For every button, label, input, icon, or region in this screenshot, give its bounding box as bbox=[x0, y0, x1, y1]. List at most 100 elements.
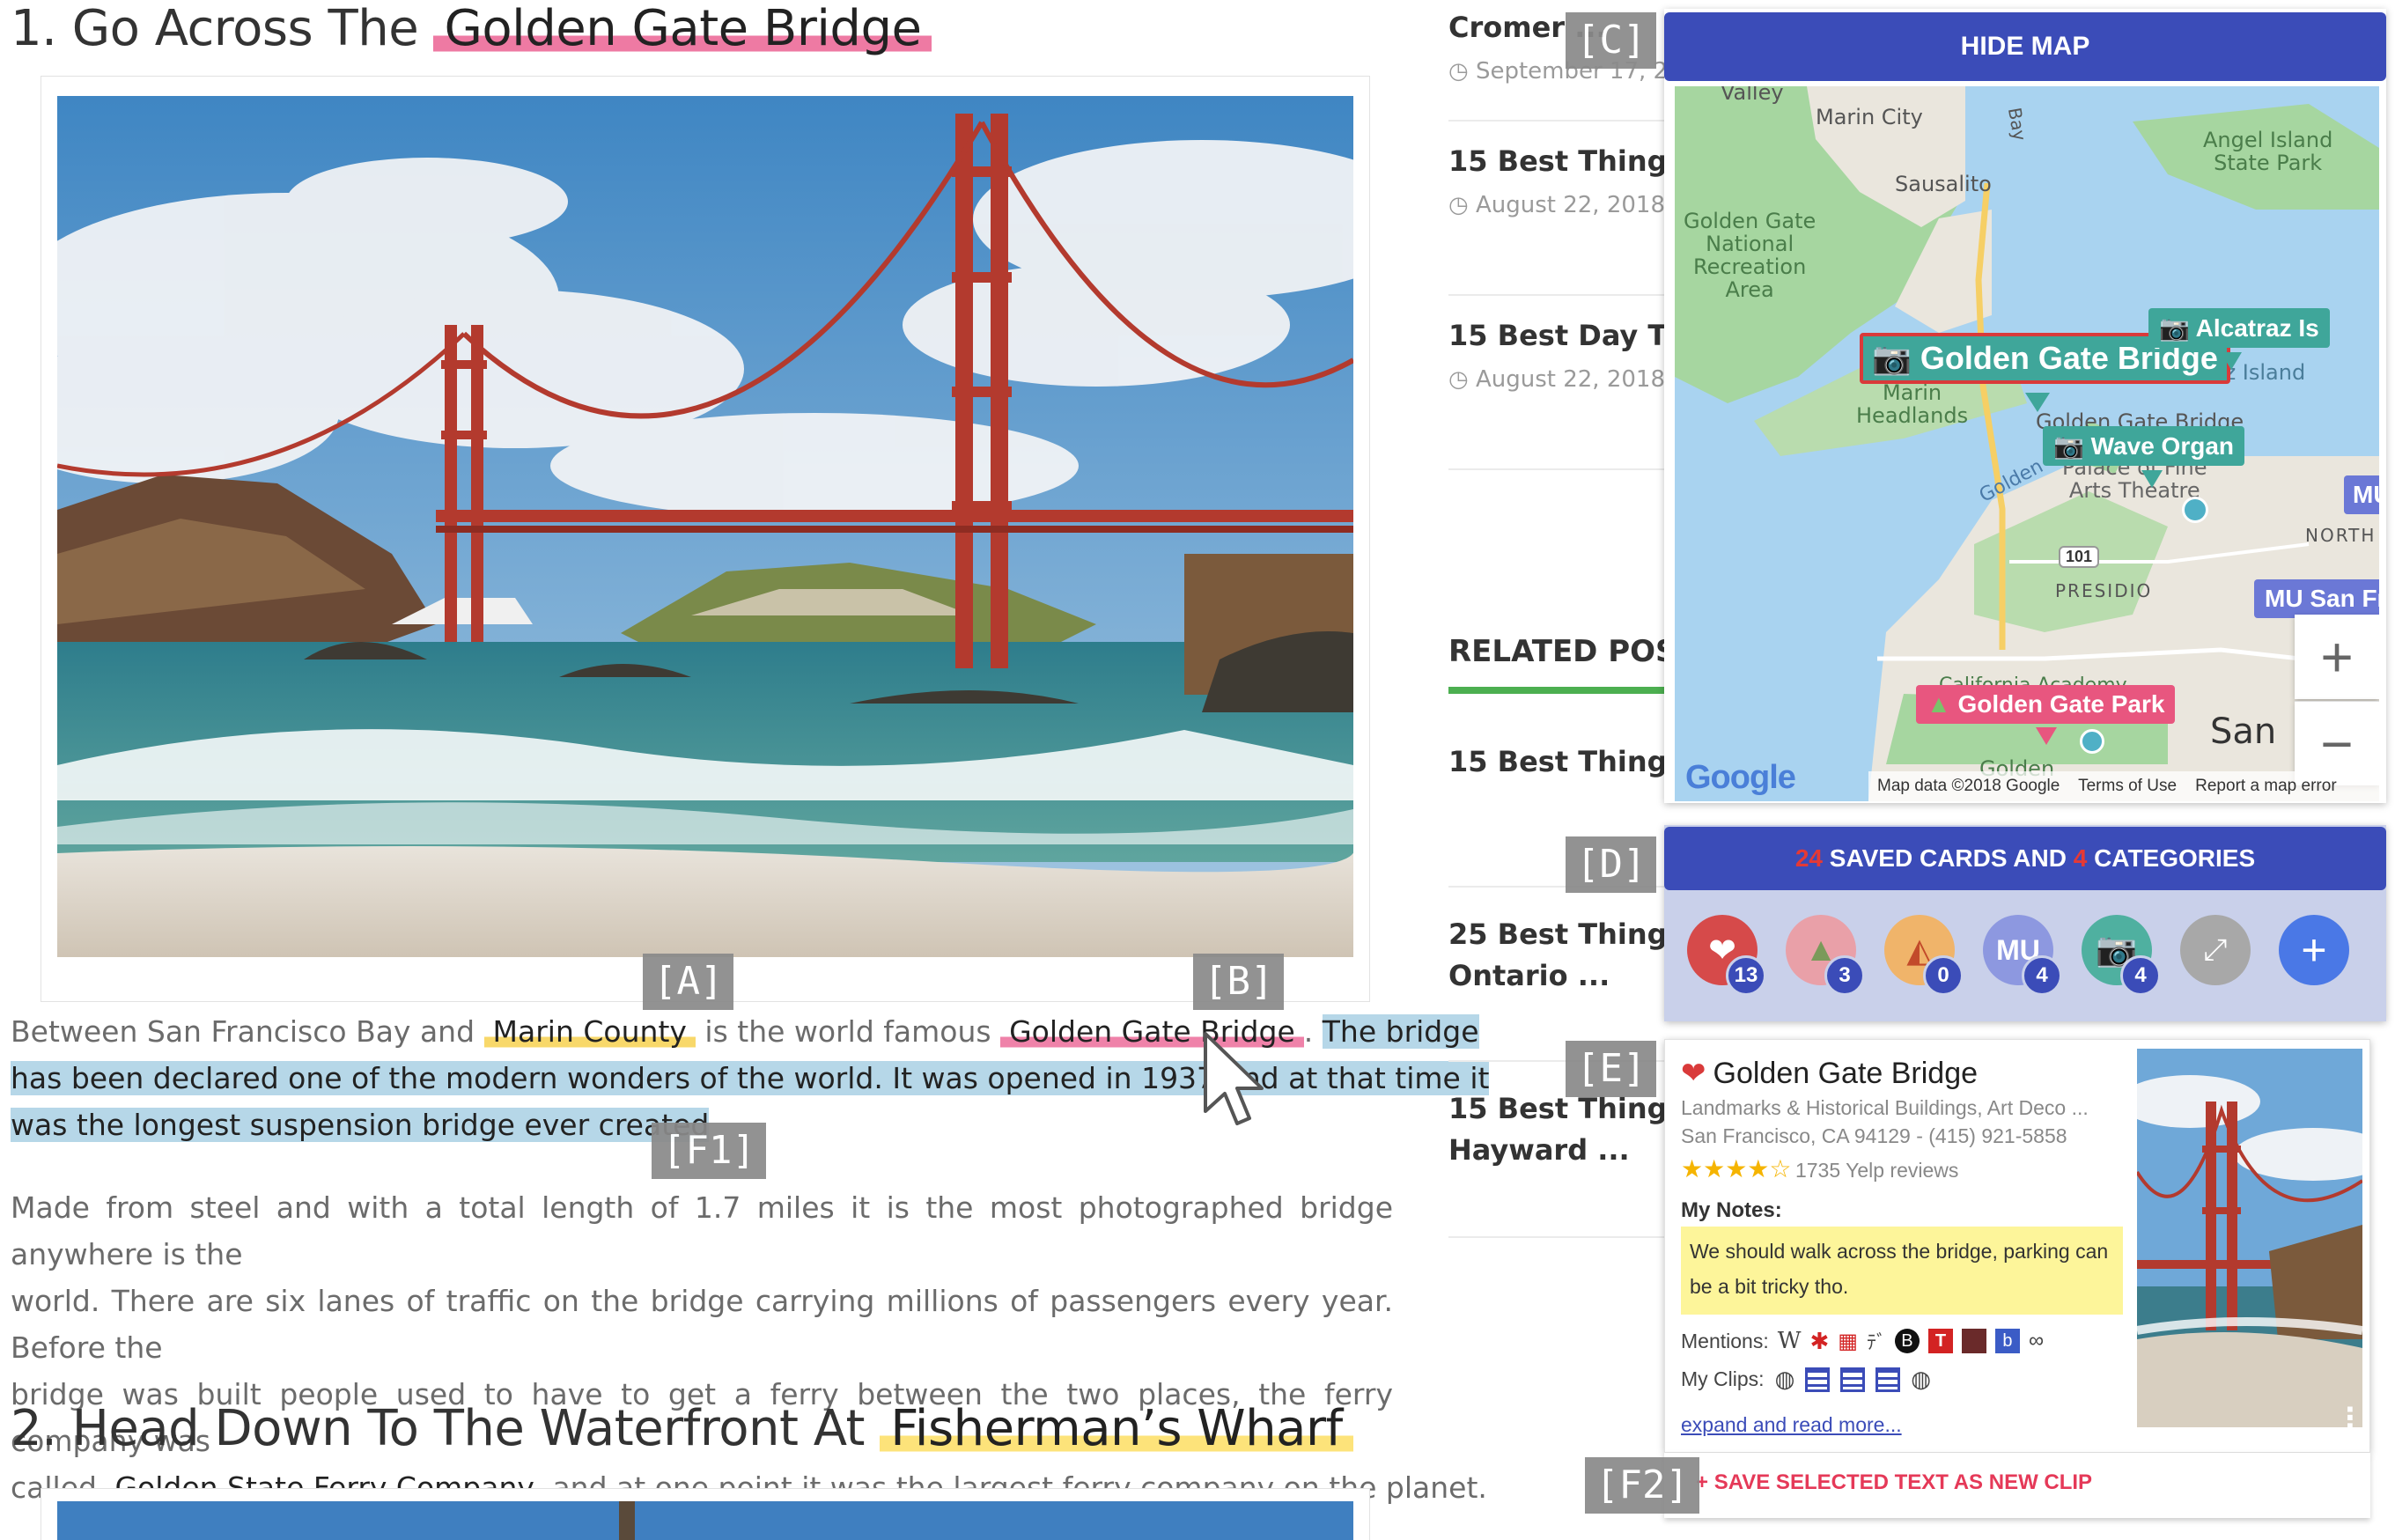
category-camera[interactable]: 📷 4 bbox=[2082, 915, 2161, 996]
selected-text[interactable]: has been declared one of the modern wond… bbox=[11, 1061, 1490, 1095]
paragraph-2: Made from steel and with a total length … bbox=[11, 1190, 1487, 1505]
annotation-f2: [F2] bbox=[1585, 1457, 1699, 1514]
paragraph-1-line-3: was the longest suspension bridge ever c… bbox=[11, 1102, 710, 1148]
camera-icon: 📷 bbox=[1872, 340, 1912, 376]
mentions-row: Mentions: W ✱ ▦ ﾃﾞ B T b ∞ bbox=[1681, 1327, 2045, 1355]
report-map-error-link[interactable]: Report a map error bbox=[2195, 777, 2337, 795]
fishermans-wharf-photo bbox=[57, 1501, 1353, 1540]
section-1-heading: 1. Go Across The Golden Gate Bridge bbox=[11, 0, 932, 57]
expand-read-more-link[interactable]: expand and read more... bbox=[1681, 1413, 1902, 1437]
place-card[interactable]: ❤ Golden Gate Bridge Landmarks & Histori… bbox=[1664, 1039, 2370, 1453]
saved-cards-header[interactable]: 24 SAVED CARDS AND 4 CATEGORIES bbox=[1664, 827, 2386, 890]
related-posts-heading: RELATED POST bbox=[1448, 634, 1669, 669]
related-post-link[interactable]: 25 Best Things t bbox=[1448, 917, 1669, 951]
highway-101-shield: 101 bbox=[2059, 546, 2100, 568]
golden-gate-photo bbox=[57, 96, 1353, 957]
map-pin-golden-gate-park[interactable]: ▲ Golden Gate Park bbox=[1916, 685, 2176, 724]
map-label: NORTH bbox=[2305, 525, 2377, 546]
annotation-d: [D] bbox=[1566, 836, 1657, 893]
wikipedia-icon[interactable]: W bbox=[1778, 1328, 1802, 1354]
map-label: Golden Gate National Recreation Area bbox=[1684, 209, 1817, 302]
annotation-b: [B] bbox=[1193, 954, 1285, 1010]
category-mu[interactable]: MU 4 bbox=[1983, 915, 2062, 996]
map-pin-alcatraz[interactable]: 📷 Alcatraz Is bbox=[2148, 308, 2330, 348]
annotation-e: [E] bbox=[1566, 1041, 1657, 1097]
rating: ★★★★☆ 1735 Yelp reviews bbox=[1681, 1154, 1958, 1183]
clips-row: My Clips: ◍ ◍ bbox=[1681, 1366, 1931, 1393]
globe-icon[interactable]: ◍ bbox=[1775, 1366, 1795, 1393]
saved-cards-panel: 24 SAVED CARDS AND 4 CATEGORIES ❤ 13 ▲ 3… bbox=[1664, 825, 2386, 1021]
annotation-c: [C] bbox=[1566, 12, 1657, 69]
google-logo: Google bbox=[1685, 759, 1796, 796]
map-label: PRESIDIO bbox=[2055, 580, 2153, 601]
camera-icon: 📷 bbox=[2159, 314, 2190, 342]
booking-icon[interactable]: b bbox=[1994, 1329, 2020, 1353]
heart-camera-icon: ❤ bbox=[1681, 1057, 1706, 1090]
post-title-link[interactable]: 15 Best Things to bbox=[1448, 144, 1669, 178]
notes-text[interactable]: We should walk across the bridge, parkin… bbox=[1681, 1227, 2123, 1315]
map-pin-mu[interactable]: MU bbox=[2344, 475, 2379, 514]
mouse-cursor-icon bbox=[1204, 1032, 1264, 1125]
grid-icon[interactable]: ▦ bbox=[1838, 1329, 1858, 1354]
map-panel: HIDE MAP Valley Marin City Sausalito Bay… bbox=[1664, 9, 2386, 803]
category-food[interactable]: ◭ 0 bbox=[1884, 915, 1964, 996]
save-clip-bar: + SAVE SELECTED TEXT AS NEW CLIP bbox=[1664, 1453, 2370, 1518]
tree-icon: ▲ bbox=[1927, 690, 1951, 718]
section-2-heading: 2. Head Down To The Waterfront At Fisher… bbox=[11, 1400, 1353, 1457]
category-favorites[interactable]: ❤ 13 bbox=[1687, 915, 1766, 996]
post-title-link[interactable]: 15 Best Day Trips bbox=[1448, 319, 1669, 352]
map-pin-mu-san-francisco[interactable]: MU San Fr bbox=[2254, 579, 2379, 618]
tripadvisor-icon[interactable]: ∞ bbox=[2029, 1329, 2044, 1353]
zoom-in-button[interactable]: + bbox=[2295, 615, 2379, 699]
t-icon[interactable]: T bbox=[1927, 1329, 1953, 1353]
map-view[interactable]: Valley Marin City Sausalito Bay Angel Is… bbox=[1675, 86, 2379, 801]
paragraph-1-line-1: Between San Francisco Bay and Marin Coun… bbox=[11, 1014, 1479, 1049]
notes-label: My Notes: bbox=[1681, 1198, 1782, 1222]
map-label: San bbox=[2210, 711, 2277, 752]
post-date: ◷ August 22, 2018 bbox=[1448, 192, 1665, 218]
terms-of-use-link[interactable]: Terms of Use bbox=[2078, 777, 2177, 795]
map-label: Valley bbox=[1721, 86, 1784, 105]
b-icon[interactable]: B bbox=[1894, 1329, 1920, 1353]
map-attribution: Map data ©2018 Google Terms of Use Repor… bbox=[1868, 771, 2379, 801]
map-poi-marker[interactable] bbox=[2080, 729, 2104, 754]
map-label: Sausalito bbox=[1895, 172, 1992, 196]
link-marin-county[interactable]: Marin County bbox=[483, 1014, 696, 1049]
map-label: Angel Island State Park bbox=[2203, 128, 2333, 175]
camera-icon: 📷 bbox=[2053, 432, 2084, 460]
map-label: Marin Headlands bbox=[1856, 380, 1969, 428]
place-address: San Francisco, CA 94129 - (415) 921-5858 bbox=[1681, 1124, 2067, 1147]
map-poi-marker[interactable] bbox=[2182, 497, 2208, 523]
review-count[interactable]: 1735 Yelp reviews bbox=[1795, 1159, 1958, 1182]
photo-frame bbox=[41, 76, 1370, 1002]
annotation-a: [A] bbox=[643, 954, 734, 1010]
document-icon[interactable] bbox=[1805, 1367, 1831, 1392]
globe-icon[interactable]: ◍ bbox=[1911, 1366, 1931, 1393]
fullscreen-icon[interactable]: ⤢ bbox=[2180, 915, 2251, 985]
hide-map-button[interactable]: HIDE MAP bbox=[1664, 12, 2386, 81]
category-list: ❤ 13 ▲ 3 ◭ 0 MU 4 📷 4 ⤢ + bbox=[1687, 915, 2349, 996]
document-icon[interactable] bbox=[1840, 1367, 1866, 1392]
category-trees[interactable]: ▲ 3 bbox=[1786, 915, 1865, 996]
highlight-golden-gate-bridge[interactable]: Golden Gate Bridge bbox=[433, 0, 932, 57]
photo-frame-2 bbox=[41, 1488, 1370, 1540]
post-date: ◷ August 22, 2018 bbox=[1448, 366, 1665, 393]
place-title[interactable]: Golden Gate Bridge bbox=[1713, 1057, 1979, 1091]
place-photo[interactable] bbox=[2137, 1049, 2362, 1427]
paragraph-1-line-2: has been declared one of the modern wond… bbox=[11, 1055, 1490, 1102]
selected-text[interactable]: was the longest suspension bridge ever c… bbox=[11, 1108, 710, 1142]
annotation-f1: [F1] bbox=[652, 1123, 766, 1179]
japanese-icon[interactable]: ﾃﾞ bbox=[1867, 1327, 1886, 1355]
add-category-button[interactable]: + bbox=[2279, 915, 2349, 985]
square-icon[interactable] bbox=[1961, 1329, 1986, 1353]
star-rating: ★★★★☆ bbox=[1681, 1155, 1792, 1183]
more-options-icon[interactable]: ⋮ bbox=[2336, 1401, 2364, 1434]
related-post-link[interactable]: 15 Best Things to bbox=[1448, 745, 1669, 778]
highlight-fishermans-wharf[interactable]: Fisherman’s Wharf bbox=[880, 1400, 1353, 1457]
document-icon[interactable] bbox=[1875, 1367, 1901, 1392]
place-category: Landmarks & Historical Buildings, Art De… bbox=[1681, 1096, 2089, 1119]
yelp-icon[interactable]: ✱ bbox=[1809, 1328, 1829, 1355]
map-label: Marin City bbox=[1816, 105, 1923, 129]
save-clip-button[interactable]: + SAVE SELECTED TEXT AS NEW CLIP bbox=[1696, 1470, 2092, 1495]
map-pin-wave-organ[interactable]: 📷 Wave Organ bbox=[2043, 426, 2244, 466]
